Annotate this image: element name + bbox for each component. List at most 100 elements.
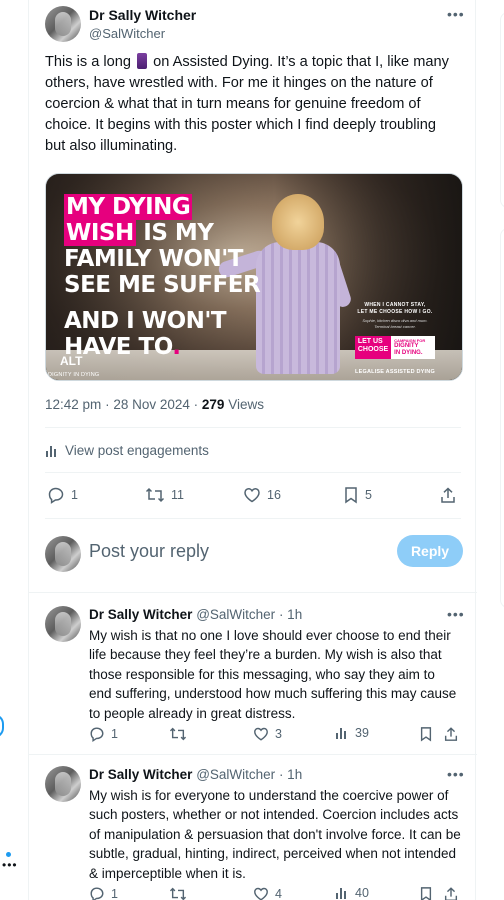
avatar[interactable] — [45, 766, 81, 802]
poster-caption: LET ME CHOOSE HOW I GO. — [357, 309, 433, 315]
share-button[interactable] — [443, 726, 459, 742]
divider — [45, 427, 461, 428]
like-button[interactable]: 3 — [253, 726, 282, 742]
reply-post[interactable]: Dr Sally Witcher @SalWitcher · 1h ••• My… — [29, 764, 477, 900]
author-handle[interactable]: @SalWitcher — [89, 26, 165, 41]
repost-button[interactable]: 11 — [145, 486, 184, 504]
reply-count: 1 — [71, 488, 78, 502]
author-name[interactable]: Dr Sally Witcher — [89, 607, 192, 622]
more-icon[interactable]: ••• — [447, 766, 465, 782]
reply-composer: Post your reply Reply — [45, 534, 463, 574]
divider — [45, 472, 461, 473]
poster-caption: WHEN I CANNOT STAY, — [364, 302, 426, 308]
post-date[interactable]: 28 Nov 2024 — [113, 397, 190, 412]
post-meta: 12:42 pm · 28 Nov 2024 · 279 Views — [45, 397, 264, 412]
sidebar-card — [500, 12, 504, 208]
bookmark-count: 5 — [365, 488, 372, 502]
share-icon — [443, 886, 459, 900]
repost-button[interactable] — [169, 886, 187, 900]
reply-submit-button[interactable]: Reply — [397, 535, 463, 567]
like-button[interactable]: 16 — [243, 486, 281, 504]
reply-button[interactable]: 1 — [47, 486, 78, 504]
repost-icon — [145, 486, 165, 504]
campaign-logo: LET US CHOOSE CAMPAIGN FOR DIGNITY IN DYING… — [336, 336, 454, 359]
views-count: 279 — [201, 397, 225, 412]
like-icon — [253, 886, 269, 900]
poster-line: MY DYING — [64, 194, 193, 220]
logo-dignity: DIGNITY — [394, 343, 419, 349]
avatar[interactable] — [45, 6, 81, 42]
author-name[interactable]: Dr Sally Witcher — [89, 767, 192, 782]
avatar[interactable] — [45, 536, 81, 572]
reply-icon — [47, 486, 65, 504]
image-hair — [272, 194, 324, 250]
repost-icon — [169, 886, 187, 900]
share-icon — [439, 486, 457, 504]
views-button[interactable]: 40 — [335, 886, 369, 900]
reply-text: My wish is that no one I love should eve… — [89, 628, 457, 721]
poster-line: FAMILY WON'T — [64, 246, 243, 272]
post-thread: Dr Sally Witcher @SalWitcher ••• This is… — [28, 0, 477, 900]
logo-let: LET US — [357, 338, 383, 345]
like-icon — [243, 486, 261, 504]
view-engagements-label: View post engagements — [65, 443, 209, 458]
reply-button[interactable]: 1 — [89, 886, 118, 900]
reply-count: 1 — [111, 727, 118, 741]
more-icon[interactable]: ••• — [447, 606, 465, 622]
avatar[interactable] — [45, 606, 81, 642]
post-header: Dr Sally Witcher @SalWitcher ••• — [45, 4, 465, 44]
reply-icon — [89, 726, 105, 742]
author-handle[interactable]: @SalWitcher — [196, 767, 275, 782]
post-text-start: This is a long — [45, 54, 136, 70]
post-image[interactable]: MY DYING WISH IS MY FAMILY WON'T SEE ME … — [45, 173, 463, 381]
alt-badge[interactable]: ALT — [60, 354, 82, 368]
like-button[interactable]: 4 — [253, 886, 282, 900]
image-pajamas — [256, 242, 340, 374]
logo-choose: CHOOSE — [357, 346, 389, 353]
share-button[interactable] — [439, 486, 457, 504]
sidebar-card — [500, 228, 504, 608]
more-options-icon[interactable]: ••• — [2, 858, 18, 872]
poster-campaign-block: WHEN I CANNOT STAY, LET ME CHOOSE HOW I … — [336, 302, 454, 375]
reply-actions: 1 3 39 — [89, 726, 463, 748]
bookmark-icon — [343, 486, 359, 504]
repost-button[interactable] — [169, 726, 187, 742]
nav-indicator — [0, 714, 4, 738]
reply-header: Dr Sally Witcher @SalWitcher · 1h — [89, 607, 302, 622]
left-rail: ••• — [0, 0, 28, 900]
bookmark-button[interactable]: 5 — [343, 486, 372, 504]
poster-line: SEE ME SUFFER — [64, 272, 261, 298]
author-handle[interactable]: @SalWitcher — [196, 607, 275, 622]
share-icon — [443, 726, 459, 742]
poster-watermark: DIGNITY IN DYING — [48, 372, 100, 378]
share-button[interactable] — [443, 886, 459, 900]
author-name[interactable]: Dr Sally Witcher — [89, 7, 196, 23]
logo-in-dying: IN DYING. — [394, 350, 423, 356]
reply-post[interactable]: Dr Sally Witcher @SalWitcher · 1h ••• My… — [29, 604, 477, 752]
thread-emoji-icon — [137, 53, 148, 69]
reply-header: Dr Sally Witcher @SalWitcher · 1h — [89, 767, 302, 782]
analytics-icon — [335, 886, 349, 900]
poster-legalise: LEGALISE ASSISTED DYING — [355, 369, 435, 375]
notification-dot — [6, 852, 11, 857]
post-time[interactable]: · 1h — [279, 767, 302, 782]
reply-button[interactable]: 1 — [89, 726, 118, 742]
views-button[interactable]: 39 — [335, 726, 369, 740]
post-time[interactable]: 12:42 pm — [45, 397, 101, 412]
view-engagements-link[interactable]: View post engagements — [45, 443, 209, 458]
like-icon — [253, 726, 269, 742]
reply-input[interactable]: Post your reply — [89, 541, 209, 562]
poster-line: AND I WON'T — [64, 308, 227, 334]
bookmark-button[interactable] — [419, 726, 433, 742]
post-actions: 1 11 16 5 — [45, 486, 465, 508]
reply-icon — [89, 886, 105, 900]
post-time[interactable]: · 1h — [279, 607, 302, 622]
bookmark-button[interactable] — [419, 886, 433, 900]
poster-headline: MY DYING WISH IS MY FAMILY WON'T SEE ME … — [64, 194, 261, 360]
poster-subcaption: Terminal breast cancer. — [374, 324, 416, 329]
more-icon[interactable]: ••• — [447, 6, 465, 22]
analytics-icon — [335, 726, 349, 740]
like-count: 16 — [267, 488, 281, 502]
views-count: 40 — [355, 886, 369, 900]
poster-dot: . — [172, 334, 181, 360]
